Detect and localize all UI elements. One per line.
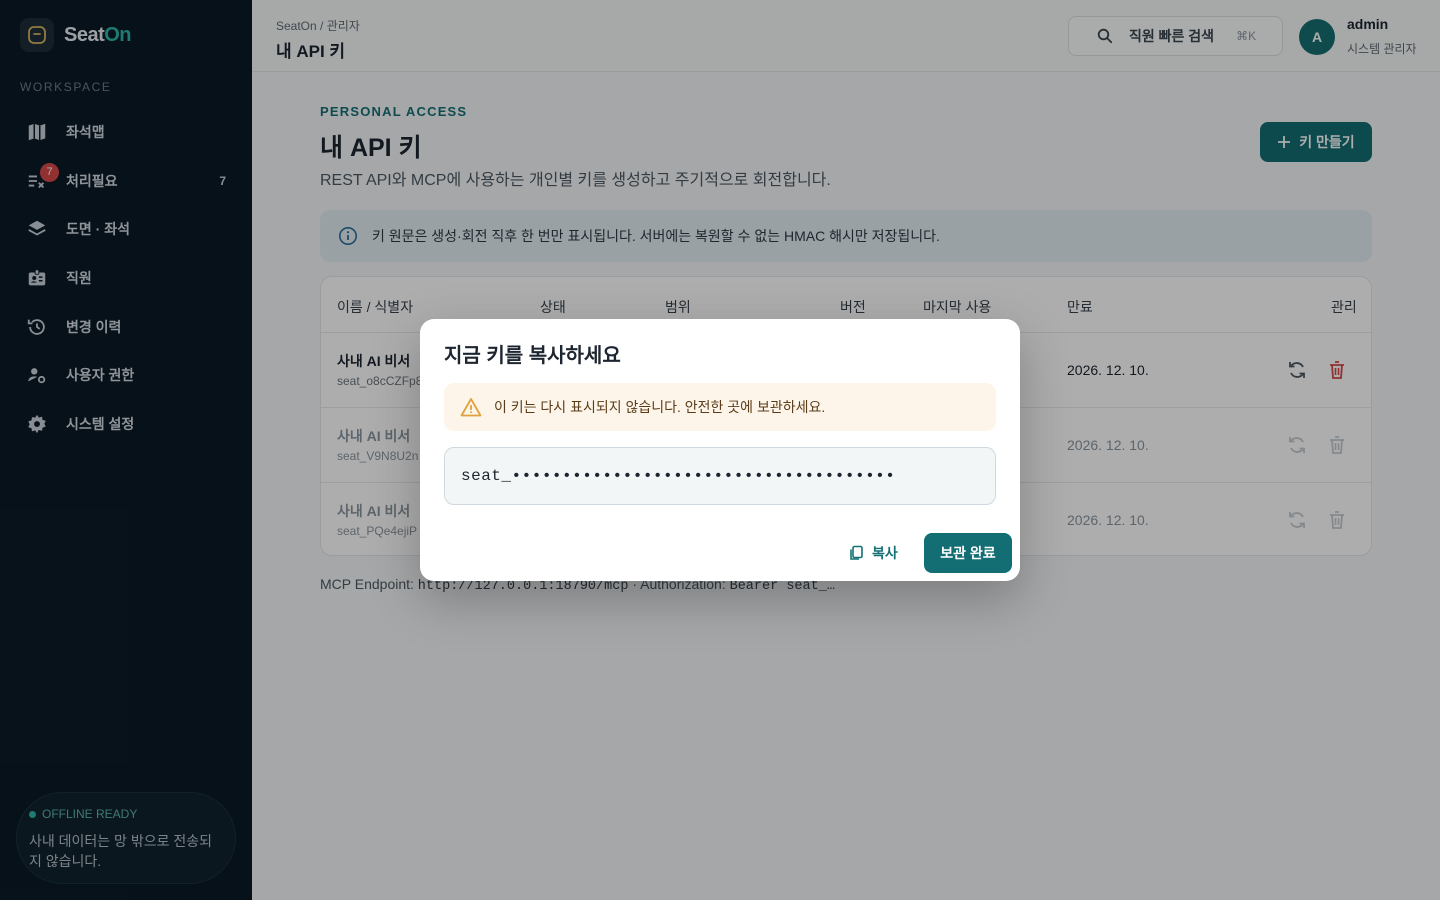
api-key-field[interactable]: seat_•••••••••••••••••••••••••••••••••••… xyxy=(444,447,996,505)
warning-text: 이 키는 다시 표시되지 않습니다. 안전한 곳에 보관하세요. xyxy=(494,399,826,415)
warning-banner: 이 키는 다시 표시되지 않습니다. 안전한 곳에 보관하세요. xyxy=(444,383,996,431)
dialog-title: 지금 키를 복사하세요 xyxy=(444,345,621,367)
copy-button[interactable]: 복사 xyxy=(848,533,898,573)
copy-label: 복사 xyxy=(872,545,898,561)
copy-icon xyxy=(850,545,863,560)
copy-key-dialog: 지금 키를 복사하세요 이 키는 다시 표시되지 않습니다. 안전한 곳에 보관… xyxy=(420,319,1020,581)
warning-icon xyxy=(460,398,482,417)
confirm-saved-button[interactable]: 보관 완료 xyxy=(924,533,1012,573)
